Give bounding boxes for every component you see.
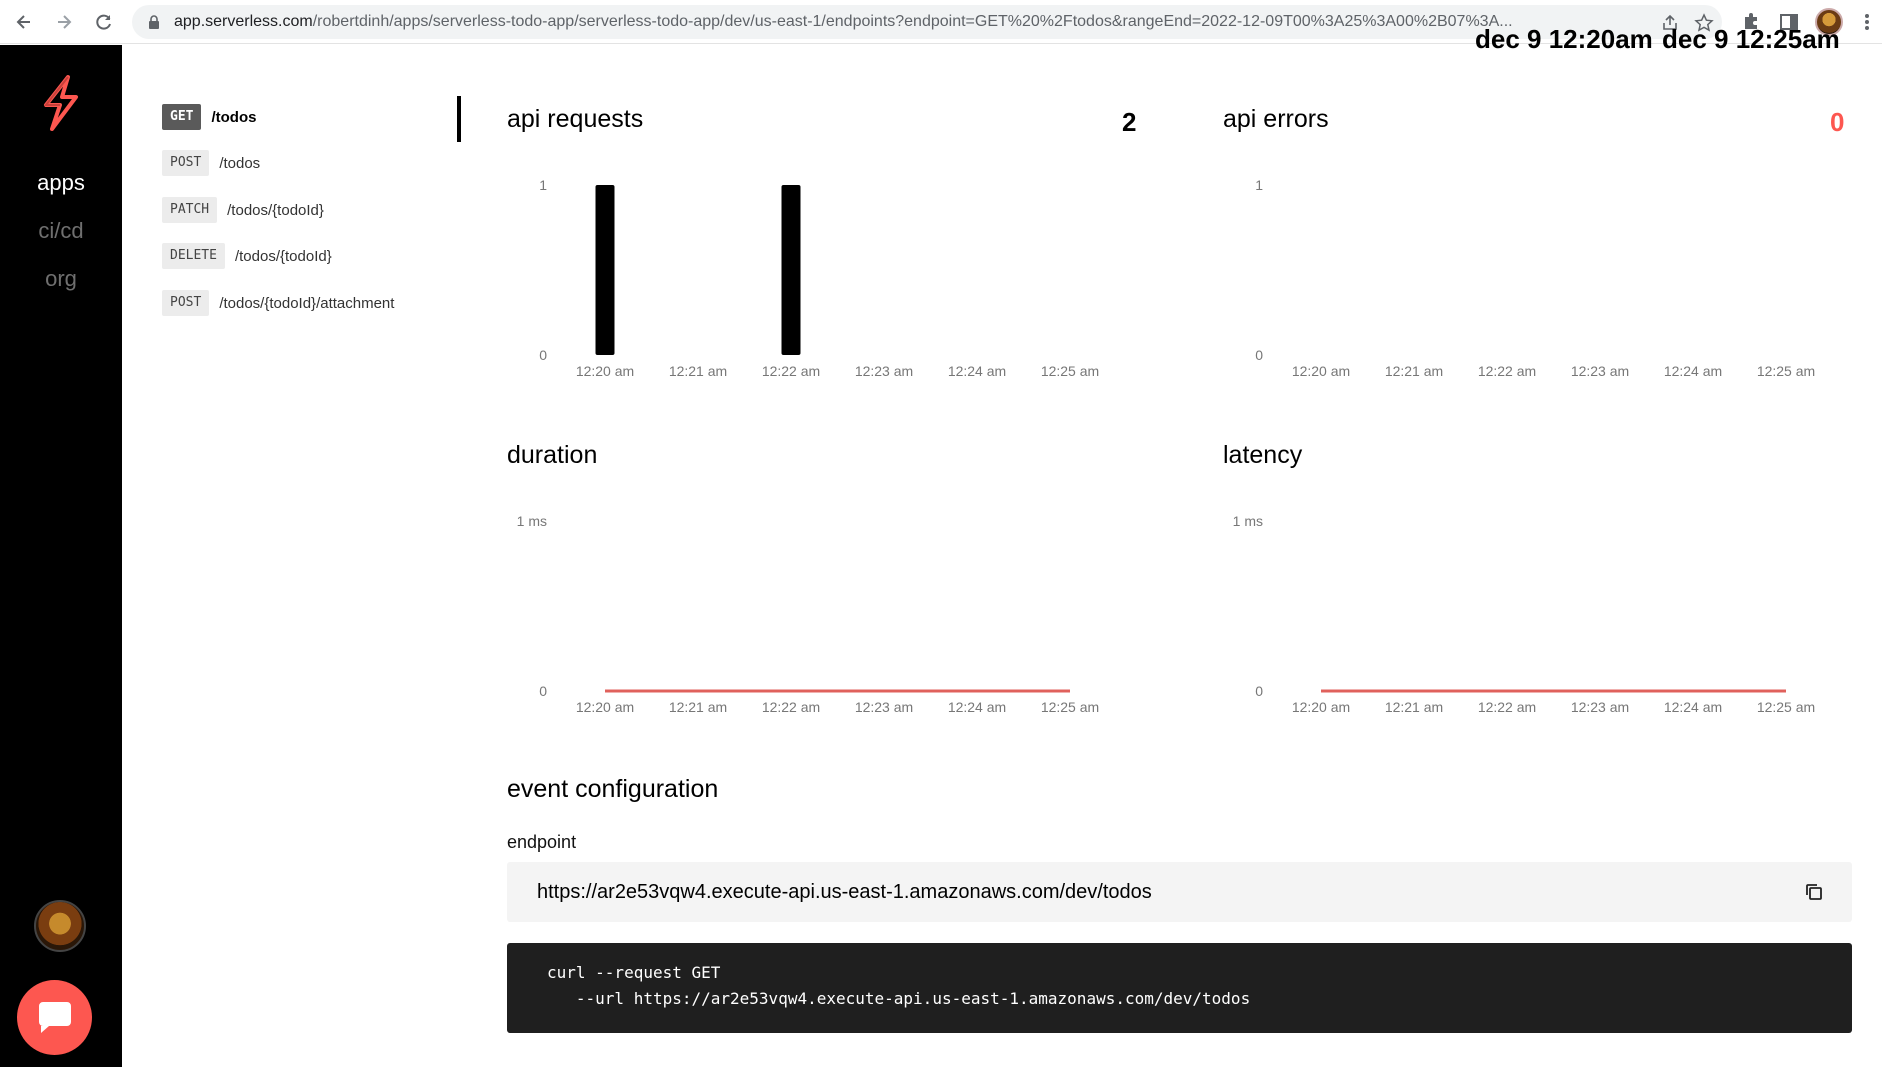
x-tick-label: 12:22 am bbox=[762, 699, 820, 715]
back-icon[interactable] bbox=[10, 8, 38, 36]
api-errors-value: 0 bbox=[1830, 107, 1845, 137]
x-tick-label: 12:20 am bbox=[1292, 699, 1350, 715]
x-tick-label: 12:23 am bbox=[1571, 363, 1629, 379]
x-tick-label: 12:24 am bbox=[1664, 699, 1722, 715]
y-tick-label: 1 ms bbox=[517, 513, 547, 529]
endpoint-path: /todos bbox=[219, 154, 261, 172]
curl-line: curl --request GET bbox=[547, 963, 721, 982]
endpoint-item[interactable]: POST /todos/{todoId}/attachment bbox=[162, 290, 394, 316]
x-tick-label: 12:24 am bbox=[948, 363, 1006, 379]
x-tick-label: 12:21 am bbox=[1385, 363, 1443, 379]
x-tick-label: 12:20 am bbox=[576, 699, 634, 715]
latency-chart: 0 1 ms 12:20 am 12:21 am 12:22 am 12:23 am 12:… bbox=[1233, 513, 1816, 715]
method-badge: POST bbox=[162, 150, 210, 176]
x-tick-label: 12:25 am bbox=[1041, 699, 1099, 715]
duration-title: duration bbox=[507, 441, 598, 469]
endpoint-item[interactable]: POST /todos bbox=[162, 150, 260, 176]
forward-icon[interactable] bbox=[50, 8, 78, 36]
active-endpoint-indicator bbox=[457, 96, 461, 142]
y-tick-label: 0 bbox=[539, 683, 547, 699]
range-end[interactable]: dec 9 12:25am bbox=[1662, 24, 1840, 55]
x-tick-label: 12:23 am bbox=[855, 699, 913, 715]
endpoint-path: /todos/{todoId}/attachment bbox=[219, 294, 395, 312]
endpoint-item[interactable]: DELETE /todos/{todoId} bbox=[162, 243, 332, 269]
api-errors-chart: 0 1 12:20 am 12:21 am 12:22 am 12:23 am 12:24 … bbox=[1255, 177, 1815, 379]
chat-button[interactable] bbox=[17, 980, 92, 1055]
endpoint-path: /todos bbox=[211, 108, 257, 126]
x-tick-label: 12:25 am bbox=[1757, 699, 1815, 715]
y-tick-label: 1 bbox=[539, 177, 547, 193]
chart-bar bbox=[781, 185, 801, 355]
y-tick-label: 1 bbox=[1255, 177, 1263, 193]
endpoint-path: /todos/{todoId} bbox=[234, 247, 332, 265]
x-tick-label: 12:20 am bbox=[576, 363, 634, 379]
endpoint-label: endpoint bbox=[507, 832, 577, 852]
y-tick-label: 0 bbox=[539, 347, 547, 363]
endpoint-path: /todos/{todoId} bbox=[227, 201, 324, 219]
lock-icon[interactable] bbox=[146, 14, 162, 30]
event-configuration-title: event configuration bbox=[507, 775, 719, 803]
method-badge: POST bbox=[162, 290, 210, 316]
app-sidebar: apps ci/cd org bbox=[0, 45, 122, 1067]
x-tick-label: 12:25 am bbox=[1041, 363, 1099, 379]
x-tick-label: 12:23 am bbox=[855, 363, 913, 379]
chart-bar bbox=[595, 185, 615, 355]
method-badge: GET bbox=[162, 104, 202, 130]
sidebar-item-org[interactable]: org bbox=[0, 266, 122, 292]
x-tick-label: 12:20 am bbox=[1292, 363, 1350, 379]
api-requests-value: 2 bbox=[1122, 107, 1137, 137]
kebab-menu-icon[interactable] bbox=[1856, 11, 1878, 33]
endpoint-item[interactable]: PATCH /todos/{todoId} bbox=[162, 197, 324, 223]
api-errors-title: api errors bbox=[1223, 105, 1329, 133]
reload-icon[interactable] bbox=[90, 8, 118, 36]
x-tick-label: 12:25 am bbox=[1757, 363, 1815, 379]
endpoint-item[interactable]: GET /todos bbox=[162, 104, 256, 130]
x-tick-label: 12:21 am bbox=[669, 363, 727, 379]
x-tick-label: 12:21 am bbox=[669, 699, 727, 715]
y-tick-label: 0 bbox=[1255, 347, 1263, 363]
user-avatar[interactable] bbox=[34, 900, 86, 952]
api-requests-title: api requests bbox=[507, 105, 644, 133]
method-badge: PATCH bbox=[162, 197, 218, 223]
chat-icon bbox=[38, 1001, 71, 1033]
endpoint-url[interactable]: https://ar2e53vqw4.execute-api.us-east-1… bbox=[537, 862, 1152, 922]
curl-line: --url https://ar2e53vqw4.execute-api.us-… bbox=[547, 989, 1251, 1008]
endpoint-url-field[interactable]: https://ar2e53vqw4.execute-api.us-east-1… bbox=[507, 862, 1852, 922]
x-tick-label: 12:23 am bbox=[1571, 699, 1629, 715]
curl-code-block[interactable]: curl --request GET --url https://ar2e53v… bbox=[507, 943, 1852, 1033]
y-tick-label: 1 ms bbox=[1233, 513, 1263, 529]
y-tick-label: 0 bbox=[1255, 683, 1263, 699]
range-start[interactable]: dec 9 12:20am bbox=[1475, 24, 1653, 55]
method-badge: DELETE bbox=[162, 243, 225, 269]
x-tick-label: 12:24 am bbox=[948, 699, 1006, 715]
sidebar-item-cicd[interactable]: ci/cd bbox=[0, 218, 122, 244]
api-requests-chart: 0 1 12:20 am 12:21 am 12:22 am 12:23 am 12:24 … bbox=[539, 177, 1099, 379]
copy-icon[interactable] bbox=[1804, 882, 1824, 902]
serverless-logo-icon[interactable] bbox=[38, 75, 84, 131]
duration-chart: 0 1 ms 12:20 am 12:21 am 12:22 am 12:23 am 12:… bbox=[517, 513, 1100, 715]
x-tick-label: 12:24 am bbox=[1664, 363, 1722, 379]
latency-title: latency bbox=[1223, 441, 1303, 469]
address-url[interactable]: app.serverless.com/robertdinh/apps/serve… bbox=[174, 5, 1614, 39]
sidebar-item-apps[interactable]: apps bbox=[0, 170, 122, 196]
x-tick-label: 12:22 am bbox=[1478, 699, 1536, 715]
x-tick-label: 12:22 am bbox=[1478, 363, 1536, 379]
x-tick-label: 12:22 am bbox=[762, 363, 820, 379]
x-tick-label: 12:21 am bbox=[1385, 699, 1443, 715]
